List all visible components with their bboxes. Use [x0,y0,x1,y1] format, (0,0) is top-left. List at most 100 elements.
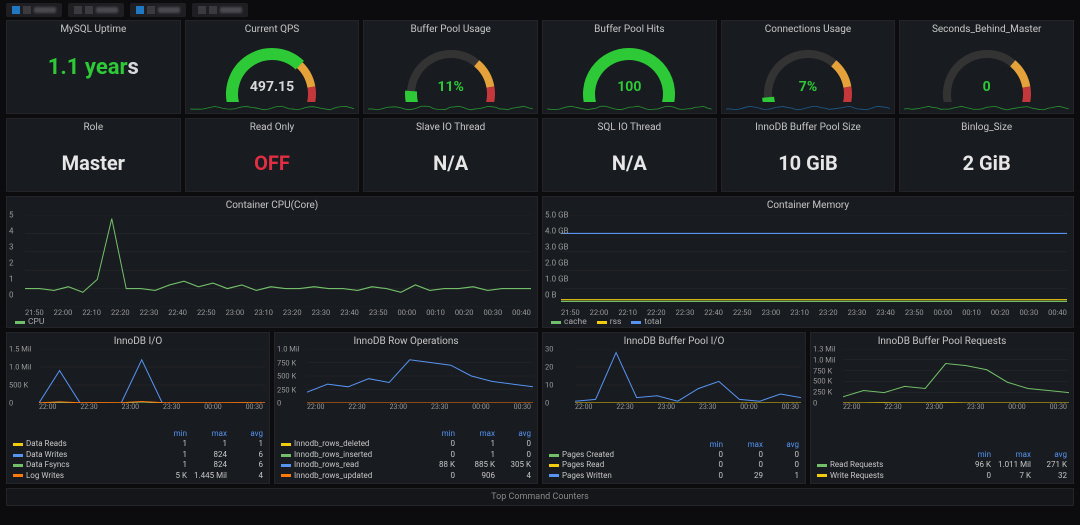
x-ticks: 22:0022:3023:0023:3000:0000:30 [843,403,1067,411]
gauge-value: 7% [722,79,895,95]
stat-panel[interactable]: InnoDB Buffer Pool Size10 GiB [721,118,896,192]
legend-item[interactable]: Log Writes5 K1.445 Mil4 [13,471,263,481]
timeseries-panel[interactable]: Container Memory0 B1.0 GB2.0 GB3.0 GB4.0… [542,196,1074,328]
top-tab-bar [0,0,1080,20]
stat-value: 10 GiB [722,135,895,191]
panel-title: SQL IO Thread [543,119,716,135]
stat-value: 2 GiB [900,135,1073,191]
y-tick: 30 [545,345,553,354]
gauge-arc: 100 [543,37,716,101]
legend-item[interactable]: Write Requests07 K32 [817,471,1067,481]
timeseries-panel[interactable]: InnoDB Buffer Pool I/O 0 10 20 30 22:0022:302… [542,332,806,484]
stat-value: N/A [364,135,537,191]
chart-area [843,349,1069,403]
y-tick: 250 K [813,388,832,397]
legend-item[interactable]: Innodb_rows_read88 K885 K305 K [281,460,531,470]
legend-item[interactable]: Read Requests96 K1.011 Mil271 K [817,460,1067,470]
x-ticks: 22:0022:3023:0023:3000:0000:30 [575,403,799,411]
timeseries-panel[interactable]: InnoDB Row Operations0250 K500 K750 K1.0… [274,332,538,484]
small-chart-row: InnoDB I/O0500 K1.0 Mil1.5 Mil22:0022:30… [0,328,1080,484]
legend-item[interactable]: Innodb_rows_deleted010 [281,439,531,449]
timeseries-panel[interactable]: InnoDB I/O0500 K1.0 Mil1.5 Mil22:0022:30… [6,332,270,484]
legend-item[interactable]: Pages Written0291 [549,471,799,481]
stat-panel[interactable]: Binlog_Size2 GiB [899,118,1074,192]
panel-title: InnoDB I/O [7,333,269,349]
gauge-value: 11% [364,79,537,95]
gauge-panel[interactable]: Seconds_Behind_Master0 [899,20,1074,114]
stat-row: RoleMasterRead OnlyOFFSlave IO ThreadN/A… [0,118,1080,192]
panel-title: InnoDB Row Operations [275,333,537,349]
y-tick: 2 [9,259,14,268]
y-tick: 1 [9,275,14,284]
x-ticks: 22:0022:3023:0023:3000:0000:30 [307,403,531,411]
timeseries-panel[interactable]: InnoDB Buffer Pool Requests0250 K500 K75… [810,332,1074,484]
gauge-value: 100 [543,79,716,95]
legend-item[interactable]: total [631,317,661,327]
y-tick: 500 K [277,372,296,381]
topbar-tab[interactable] [68,3,124,17]
legend-item[interactable]: Pages Read000 [549,460,799,470]
footer-panel-title[interactable]: Top Command Counters [6,488,1074,506]
legend-item[interactable]: Data Reads111 [13,439,263,449]
panel-title: Current QPS [186,21,359,37]
legend-item[interactable]: Data Writes18246 [13,450,263,460]
chart-area [575,349,801,403]
y-tick: 750 K [277,358,296,367]
y-tick: 0 B [545,291,556,300]
legend-item[interactable]: Data Fsyncs18246 [13,460,263,470]
gauge-row: MySQL Uptime1.1 yearsCurrent QPS497.15Bu… [0,20,1080,114]
stat-value: OFF [186,135,359,191]
stat-panel[interactable]: Read OnlyOFF [185,118,360,192]
gauge-panel[interactable]: MySQL Uptime1.1 years [6,20,181,114]
gauge-panel[interactable]: Buffer Pool Hits 100 [542,20,717,114]
panel-title: Binlog_Size [900,119,1073,135]
legend-item[interactable]: rss [597,317,622,327]
gauge-arc: 0 [900,37,1073,101]
stat-value: N/A [543,135,716,191]
topbar-tab[interactable] [130,3,186,17]
gauge-value: 497.15 [186,79,359,95]
x-ticks: 22:0022:3023:0023:3000:0000:30 [39,403,263,411]
legend-table: minmaxavgRead Requests96 K1.011 Mil271 K… [817,450,1067,481]
legend-table: minmaxavgInnodb_rows_deleted010Innodb_ro… [281,429,531,481]
stat-panel[interactable]: RoleMaster [6,118,181,192]
stat-value: Master [7,135,180,191]
gauge-value: 0 [900,79,1073,95]
chart-area [25,215,531,307]
legend-item[interactable]: Pages Created000 [549,450,799,460]
y-tick: 0 [277,399,281,408]
y-tick: 0 [545,399,549,408]
y-tick: 3 [9,243,14,252]
y-tick: 3.0 GB [545,243,569,252]
panel-title: Buffer Pool Hits [543,21,716,37]
y-tick: 20 [545,363,553,372]
legend-table: minmaxavgPages Created000Pages Read000Pa… [549,440,799,481]
topbar-tab[interactable] [192,3,248,17]
stat-panel[interactable]: SQL IO ThreadN/A [542,118,717,192]
gauge-panel[interactable]: Current QPS 497.15 [185,20,360,114]
y-tick: 10 [545,381,553,390]
gauge-panel[interactable]: Connections Usage7% [721,20,896,114]
stat-panel[interactable]: Slave IO ThreadN/A [363,118,538,192]
y-tick: 5.0 GB [545,211,569,220]
panel-title: Role [7,119,180,135]
topbar-tab[interactable] [6,3,62,17]
legend-item[interactable]: Innodb_rows_inserted010 [281,450,531,460]
legend-item[interactable]: Innodb_rows_updated09064 [281,471,531,481]
sparkline [726,101,891,111]
y-tick: 250 K [277,385,296,394]
y-tick: 1.5 Mil [9,345,31,354]
y-tick: 750 K [813,366,832,375]
chart-area [307,349,533,403]
legend-item[interactable]: cache [551,317,587,327]
y-tick: 500 K [813,377,832,386]
y-tick: 5 [9,211,14,220]
panel-title: InnoDB Buffer Pool I/O [543,333,805,349]
timeseries-panel[interactable]: Container CPU(Core)01234521:5022:0022:10… [6,196,538,328]
y-tick: 0 [813,399,817,408]
gauge-panel[interactable]: Buffer Pool Usage 11% [363,20,538,114]
panel-title: Buffer Pool Usage [364,21,537,37]
legend-item[interactable]: CPU [15,317,44,327]
gauge-arc: 7% [722,37,895,101]
sparkline [368,101,533,111]
